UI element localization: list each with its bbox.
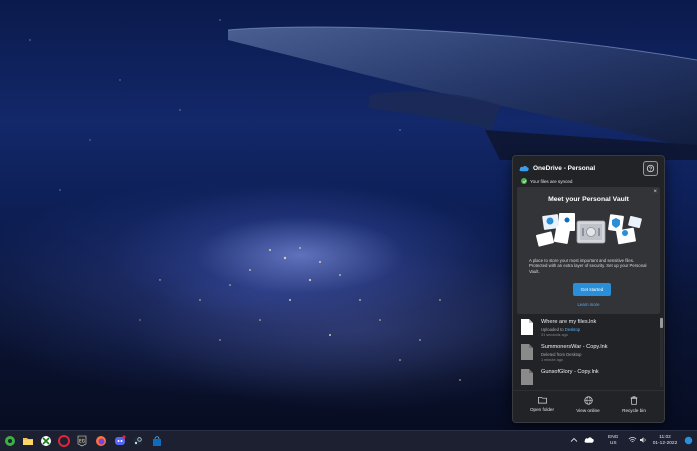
vault-illustration xyxy=(535,213,642,247)
file-location-link[interactable]: Desktop xyxy=(565,327,580,332)
epic-games-icon[interactable]: EG xyxy=(76,435,88,447)
opera-icon[interactable] xyxy=(58,435,70,447)
view-online-button[interactable]: View online xyxy=(563,396,613,413)
folder-icon xyxy=(537,396,547,404)
svg-text:EG: EG xyxy=(79,439,85,444)
globe-icon xyxy=(583,396,593,405)
recycle-bin-icon xyxy=(630,396,638,405)
document-icon xyxy=(521,344,533,360)
flyout-title: OneDrive - Personal xyxy=(533,165,596,172)
file-status-prefix: Deleted from xyxy=(541,352,567,357)
volume-icon[interactable] xyxy=(639,436,647,444)
discord-icon[interactable] xyxy=(114,435,126,447)
onedrive-flyout: OneDrive - Personal Your files are synce… xyxy=(512,155,665,423)
store-icon[interactable] xyxy=(151,435,163,447)
file-list-scroll-thumb[interactable] xyxy=(660,318,663,328)
xbox-icon[interactable] xyxy=(40,435,52,447)
file-status: Uploaded to Desktop xyxy=(541,327,580,332)
file-activity-item[interactable]: GunsofGlory - Copy.lnk xyxy=(517,366,655,389)
file-explorer-icon[interactable] xyxy=(22,435,34,447)
show-hidden-icons-chevron-icon[interactable] xyxy=(570,436,578,444)
view-online-label: View online xyxy=(576,408,600,413)
onedrive-tray-icon[interactable] xyxy=(584,436,594,444)
learn-more-link[interactable]: Learn more xyxy=(517,302,660,307)
file-time: 1 minute ago xyxy=(541,358,563,362)
vault-close-button[interactable]: × xyxy=(653,189,657,195)
clock[interactable]: 11:02 01-12-2022 xyxy=(648,435,682,447)
vault-description: A place to store your most important and… xyxy=(529,258,647,274)
steam-icon[interactable] xyxy=(132,435,144,447)
flyout-footer: Open folder View online Recycle bin xyxy=(513,390,664,423)
notification-center-icon[interactable] xyxy=(684,436,693,445)
file-activity-item[interactable]: SummonersWar - Copy.lnk Deleted from Des… xyxy=(517,341,655,364)
file-name: GunsofGlory - Copy.lnk xyxy=(541,369,599,375)
onedrive-cloud-icon xyxy=(519,165,529,172)
get-started-button[interactable]: Get started xyxy=(573,283,611,296)
sync-status: Your files are synced xyxy=(521,178,572,184)
help-settings-button[interactable] xyxy=(643,161,658,176)
weather-widget-icon[interactable] xyxy=(4,435,16,447)
document-icon xyxy=(521,369,533,385)
file-activity-item[interactable]: Where are my files.lnk Uploaded to Deskt… xyxy=(517,316,655,339)
clock-date: 01-12-2022 xyxy=(652,441,678,446)
document-icon xyxy=(521,319,533,335)
vault-title: Meet your Personal Vault xyxy=(548,196,629,203)
firefox-icon[interactable] xyxy=(95,435,107,447)
open-folder-button[interactable]: Open folder xyxy=(517,396,567,412)
wifi-icon[interactable] xyxy=(628,436,637,444)
help-settings-icon xyxy=(646,164,655,173)
recycle-bin-button[interactable]: Recycle bin xyxy=(609,396,659,413)
sync-status-text: Your files are synced xyxy=(530,178,573,184)
file-name: Where are my files.lnk xyxy=(541,319,597,325)
open-folder-label: Open folder xyxy=(529,407,554,412)
flyout-header: OneDrive - Personal xyxy=(519,165,595,172)
region-code: US xyxy=(609,441,617,446)
file-status: Deleted from Desktop xyxy=(541,352,582,357)
file-status-prefix: Uploaded to xyxy=(541,327,565,332)
personal-vault-card: × Meet your Personal Vault A place to st… xyxy=(517,187,660,314)
synced-check-icon xyxy=(521,178,527,184)
taskbar: EG ENG US 11:02 01-12-2022 xyxy=(0,430,697,451)
file-activity-list: Where are my files.lnk Uploaded to Deskt… xyxy=(517,316,660,389)
recycle-bin-label: Recycle bin xyxy=(622,408,646,413)
file-time: 31 seconds ago xyxy=(541,333,568,337)
language-indicator[interactable]: ENG US xyxy=(608,435,618,447)
file-name: SummonersWar - Copy.lnk xyxy=(541,344,608,350)
file-location-link[interactable]: Desktop xyxy=(566,352,581,357)
